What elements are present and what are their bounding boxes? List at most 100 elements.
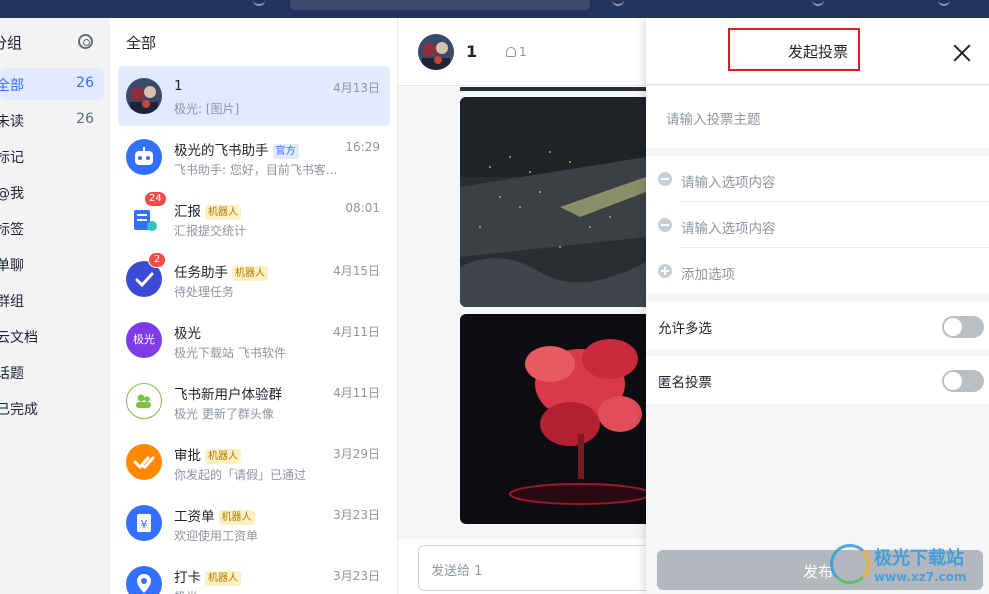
group-label: 未读 [0,114,24,130]
group-item-docs[interactable]: 云文档 [0,320,104,352]
poll-header: 发起投票 [646,18,989,85]
group-label: 群组 [0,294,24,310]
title-highlight-box: 发起投票 [728,28,860,71]
unread-badge: 2 [148,252,166,268]
group-label: 标记 [0,150,24,166]
poll-topic-input[interactable]: 请输入投票主题 [646,86,989,148]
chat-time: 4月11日 [333,325,380,339]
image-message[interactable] [460,314,646,524]
unread-badge: 24 [144,191,167,207]
poll-title: 发起投票 [788,43,849,61]
message-input[interactable]: 发送给 1 [418,545,658,591]
group-item-topics[interactable]: 话题 [0,356,104,388]
location-pin-icon [126,566,162,594]
group-label: @我 [0,186,24,202]
chat-name: 审批 [174,448,201,464]
avatar[interactable] [418,34,454,70]
chat-preview: 飞书助手: 您好，目前飞书客... [174,163,338,177]
chat-time: 3月29日 [333,447,380,461]
image-message[interactable] [460,87,646,91]
group-item-groups[interactable]: 群组 [0,284,104,316]
settings-gear-icon[interactable] [78,34,93,49]
group-label: 云文档 [0,330,38,346]
watermark-logo-icon [830,544,870,584]
message-input-placeholder: 发送给 1 [431,564,483,579]
allow-multiple-label: 允许多选 [658,321,712,337]
chat-name: 打卡 [174,570,201,586]
chat-name-wrap: 任务助手 机器人 [174,261,268,281]
anonymous-row: 匿名投票 [646,356,989,404]
chat-name: 1 [174,78,183,94]
chat-list-title: 全部 [126,34,157,52]
chat-preview: 极光 [174,588,198,594]
image-message[interactable] [460,97,646,307]
members-icon [506,47,516,57]
chat-time: 3月23日 [333,508,380,522]
chat-item[interactable]: 飞书新用户体验群 4月11日 极光 更新了群头像 [118,371,390,431]
group-item-mentions[interactable]: @我 [0,176,104,208]
option-input[interactable]: 请输入选项内容 [681,217,776,237]
chat-name: 飞书新用户体验群 [174,387,282,403]
robot-avatar-icon [126,139,162,175]
window-icon[interactable] [812,0,824,6]
global-search-bar[interactable] [290,0,590,10]
group-item-done[interactable]: 已完成 [0,392,104,424]
allow-multiple-row: 允许多选 [646,302,989,350]
title-bar [0,0,989,18]
approval-icon [126,444,162,480]
bot-tag: 机器人 [205,449,241,464]
chat-preview: 欢迎使用工资单 [174,529,259,543]
chat-item[interactable]: 24 汇报 机器人 08:01 汇报提交统计 [118,188,390,248]
chat-item[interactable]: ¥ 工资单 机器人 3月23日 欢迎使用工资单 [118,493,390,553]
chat-item[interactable]: 极光的飞书助手 官方 16:29 飞书助手: 您好，目前飞书客... [118,127,390,187]
chat-name-wrap: 审批 机器人 [174,444,241,464]
group-item-labels[interactable]: 标签 [0,212,104,244]
chat-time: 16:29 [345,140,380,154]
chat-item[interactable]: 审批 机器人 3月29日 你发起的「请假」已通过 [118,432,390,492]
close-icon[interactable] [951,42,973,64]
chat-time: 4月13日 [333,81,380,95]
group-item-all[interactable]: 全部 26 [0,68,104,100]
history-icon[interactable] [253,0,265,6]
chat-item[interactable]: 1 4月13日 极光: [图片] [118,66,390,126]
group-item-unread[interactable]: 未读 26 [0,104,104,136]
group-label: 全部 [0,78,24,94]
chat-name: 汇报 [174,204,201,220]
member-count[interactable]: 1 [506,45,527,59]
allow-multiple-toggle[interactable] [942,316,984,338]
group-count: 26 [76,75,94,91]
anonymous-toggle[interactable] [942,370,984,392]
add-option-button[interactable]: 添加选项 [646,248,989,294]
watermark: 极光下载站 www.xz7.com [826,540,986,592]
groups-sidebar: 分组 全部 26 未读 26 标记 @我 标签 单聊 群组 云文档 话题 已完成 [0,18,110,594]
add-icon[interactable] [612,0,624,6]
chat-item[interactable]: 2 任务助手 机器人 4月15日 待处理任务 [118,249,390,309]
chat-preview: 极光: [图片] [174,102,240,116]
bot-tag: 机器人 [218,510,255,525]
option-input[interactable]: 请输入选项内容 [681,171,776,191]
chat-preview: 待处理任务 [174,285,235,299]
watermark-text: 极光下载站 [874,548,964,569]
group-label: 单聊 [0,258,24,274]
bot-tag: 机器人 [232,266,268,281]
chat-name: 任务助手 [174,265,228,281]
group-item-direct[interactable]: 单聊 [0,248,104,280]
chat-name: 极光的飞书助手 [174,143,269,159]
group-item-flagged[interactable]: 标记 [0,140,104,172]
chat-item[interactable]: 打卡机器人 3月23日 极光 [118,554,390,594]
add-option-label: 添加选项 [681,267,735,283]
minimize-icon[interactable] [938,0,950,6]
poll-option-row: 请输入选项内容 [646,156,989,202]
chat-name: 极光 [174,326,201,342]
member-count-value: 1 [519,45,527,59]
avatar: 极光 [126,322,162,358]
chat-list: 全部 1 4月13日 极光: [图片] 极光的飞书助手 官方 16:29 飞书助手… [110,18,398,594]
remove-option-icon[interactable] [658,218,672,232]
remove-option-icon[interactable] [658,172,672,186]
bot-tag: 机器人 [205,205,241,220]
official-tag: 官方 [272,144,299,159]
chat-time: 4月15日 [333,264,380,278]
group-count: 26 [76,111,94,127]
chat-item[interactable]: 极光 极光 4月11日 极光下载站 飞书软件 [118,310,390,370]
chat-time: 4月11日 [333,386,380,400]
